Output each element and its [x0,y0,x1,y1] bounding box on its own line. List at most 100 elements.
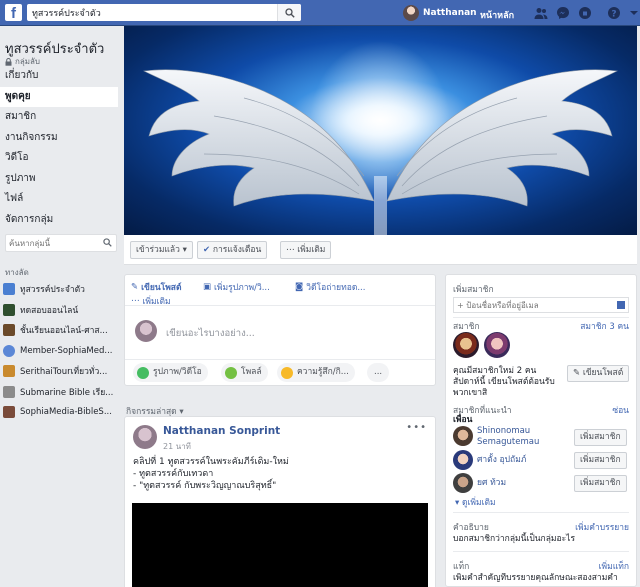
nav-item-photos[interactable]: รูปภาพ [0,169,118,190]
members-count-link[interactable]: สมาชิก 3 คน [580,319,629,333]
divider [125,305,435,306]
avatar[interactable] [453,473,473,493]
add-member-button[interactable]: เพิ่มสมาชิก [574,452,627,469]
avatar[interactable] [484,332,510,358]
tags-text: เพิ่มคำสำคัญที่บรรยายคุณลักษณะสองสามคำ [453,573,618,583]
avatar[interactable] [453,426,473,446]
write-post-button[interactable]: ✎ เขียนโพสต์ [567,365,630,382]
more-label: เพิ่มเติม [297,245,326,255]
post-line: คลิปที่ 1 ทูตสวรรค์ในพระคัมภีร์เดิม-ใหม่ [133,457,289,467]
post-author[interactable]: Natthanan Sonprint [163,425,280,437]
post-timestamp[interactable]: 21 นาที [163,440,191,453]
add-member-label: เพิ่มสมาชิก [580,432,621,442]
add-tags-link[interactable]: เพิ่มแท็ก [599,559,629,573]
nav-item-manage-group[interactable]: จัดการกลุ่ม [0,210,118,231]
help-icon[interactable]: ? [607,6,621,20]
suggested-member-name[interactable]: ศาตั้ง อุปถัมภ์ [477,455,526,466]
more-options-button[interactable]: ... [367,363,390,382]
invite-icon[interactable] [617,301,625,309]
notifications-icon[interactable] [578,6,592,20]
search-icon[interactable] [103,238,112,247]
group-search-box [5,234,117,252]
notifications-button[interactable]: ✔ การแจ้งเตือน [197,241,268,259]
chevron-down-icon: ▾ [182,245,187,255]
add-member-button[interactable]: เพิ่มสมาชิก [574,475,627,492]
nav-item-videos[interactable]: วิดีโอ [0,148,118,169]
shortcut-item[interactable]: ทดสอบออนไลน์ [3,300,121,321]
pill-label: โพลล์ [241,367,262,377]
group-search-input[interactable] [6,235,96,251]
post-line: - ทูตสวรรค์กับเทวดา [133,469,214,479]
suggested-member-name[interactable]: Shinonomau Semagutemau [477,426,539,448]
description-heading: คำอธิบาย [453,523,489,533]
nav-item-members[interactable]: สมาชิก [0,107,118,128]
nav-item-events[interactable]: งานกิจกรรม [0,128,118,149]
nav-item-discussion[interactable]: พูดคุย [0,86,118,107]
shortcut-item[interactable]: ทูสวรรค์ประจำตัว [3,279,121,300]
tab-live-video[interactable]: ◙ วิดีโอถ่ายทอด... [295,280,365,294]
tab-write-post[interactable]: ✎ เขียนโพสต์ [131,280,182,294]
search-icon [285,8,295,18]
feeling-button[interactable]: ความรู้สึก/กิ... [277,363,355,382]
home-link[interactable]: หน้าหลัก [480,8,514,22]
emoji-icon [281,366,293,379]
photo-icon: ▣ [203,282,212,292]
add-description-link[interactable]: เพิ่มคำบรรยาย [575,520,629,534]
group-icon [3,283,15,296]
cover-photo[interactable] [124,26,637,235]
group-icon [3,365,15,378]
composer-input[interactable]: เขียนอะไรบางอย่าง... [166,326,255,341]
facebook-logo-icon[interactable]: f [5,4,22,21]
add-members-heading: เพิ่มสมาชิก [453,285,494,295]
shortcut-label: Member-SophiaMed... [20,345,113,356]
tab-label: เพิ่มรูปภาพ/วิ... [214,283,270,293]
poll-button[interactable]: โพลล์ [221,363,268,382]
hide-link[interactable]: ซ่อน [612,403,629,417]
suggested-member-name[interactable]: ยศ ท้วม [477,478,506,489]
nav-item-files[interactable]: ไฟล์ [0,189,118,210]
post-line: - "ทูตสวรรค์ กับพระวิญญาณบริสุทธิ์" [133,481,277,491]
nav-item-about[interactable]: เกี่ยวกับ [0,66,118,87]
group-nav: เกี่ยวกับ พูดคุย สมาชิก งานกิจกรรม วิดีโ… [0,66,118,230]
tab-add-photo[interactable]: ▣ เพิ่มรูปภาพ/วิ... [203,280,270,294]
joined-button[interactable]: เข้าร่วมแล้ว ▾ [130,241,193,259]
post-text: คลิปที่ 1 ทูตสวรรค์ในพระคัมภีร์เดิม-ใหม่… [133,456,429,492]
feed-post: Natthanan Sonprint 21 นาที ••• คลิปที่ 1… [124,416,436,587]
shortcut-item[interactable]: ชั้นเรียนออนไลน์-ศาส... [3,320,121,341]
post-options-icon[interactable]: ••• [406,422,427,433]
shortcut-label: ชั้นเรียนออนไลน์-ศาส... [20,326,108,337]
shortcut-item[interactable]: Member-SophiaMed... [3,341,121,362]
shortcut-label: ทดสอบออนไลน์ [20,305,79,316]
post-video[interactable] [132,503,428,587]
post-composer: ✎ เขียนโพสต์ ▣ เพิ่มรูปภาพ/วิ... ◙ วิดีโอถ่… [124,274,436,386]
search-button[interactable] [277,4,301,21]
see-more-link[interactable]: ▾ ดูเพิ่มเติม [455,495,496,509]
avatar[interactable] [133,425,157,449]
shortcut-label: SerithaiTourเที่ยวทั่ว... [20,367,108,378]
divider [453,512,629,513]
messenger-icon[interactable] [556,6,570,20]
photo-video-button[interactable]: รูปภาพ/วิดีโอ [133,363,208,382]
profile-link[interactable]: Natthanan [403,5,477,21]
shortcut-label: ทูสวรรค์ประจำตัว [20,285,85,296]
more-button[interactable]: ⋯ เพิ่มเติม [280,241,332,259]
avatar[interactable] [453,450,473,470]
group-icon [3,406,15,419]
dropdown-icon[interactable] [627,6,640,20]
pencil-icon: ✎ [131,282,139,292]
add-member-button[interactable]: เพิ่มสมาชิก [574,429,627,446]
shortcut-item[interactable]: SophiaMedia-BibleS... [3,402,121,423]
friends-icon[interactable] [534,6,548,20]
shortcut-label: Submarine Bible เรีย... [20,387,114,398]
avatar[interactable] [453,332,479,358]
shortcut-label: SophiaMedia-BibleS... [20,407,112,418]
write-post-label: เขียนโพสต์ [582,368,624,378]
pill-label: ความรู้สึก/กิ... [297,367,349,377]
group-icon [3,324,15,337]
global-search-input[interactable] [27,4,267,21]
group-icon [3,344,15,357]
name-line: Semagutemau [477,437,540,447]
add-members-input[interactable] [454,298,614,312]
shortcut-item[interactable]: SerithaiTourเที่ยวทั่ว... [3,361,121,382]
shortcut-item[interactable]: Submarine Bible เรีย... [3,382,121,403]
